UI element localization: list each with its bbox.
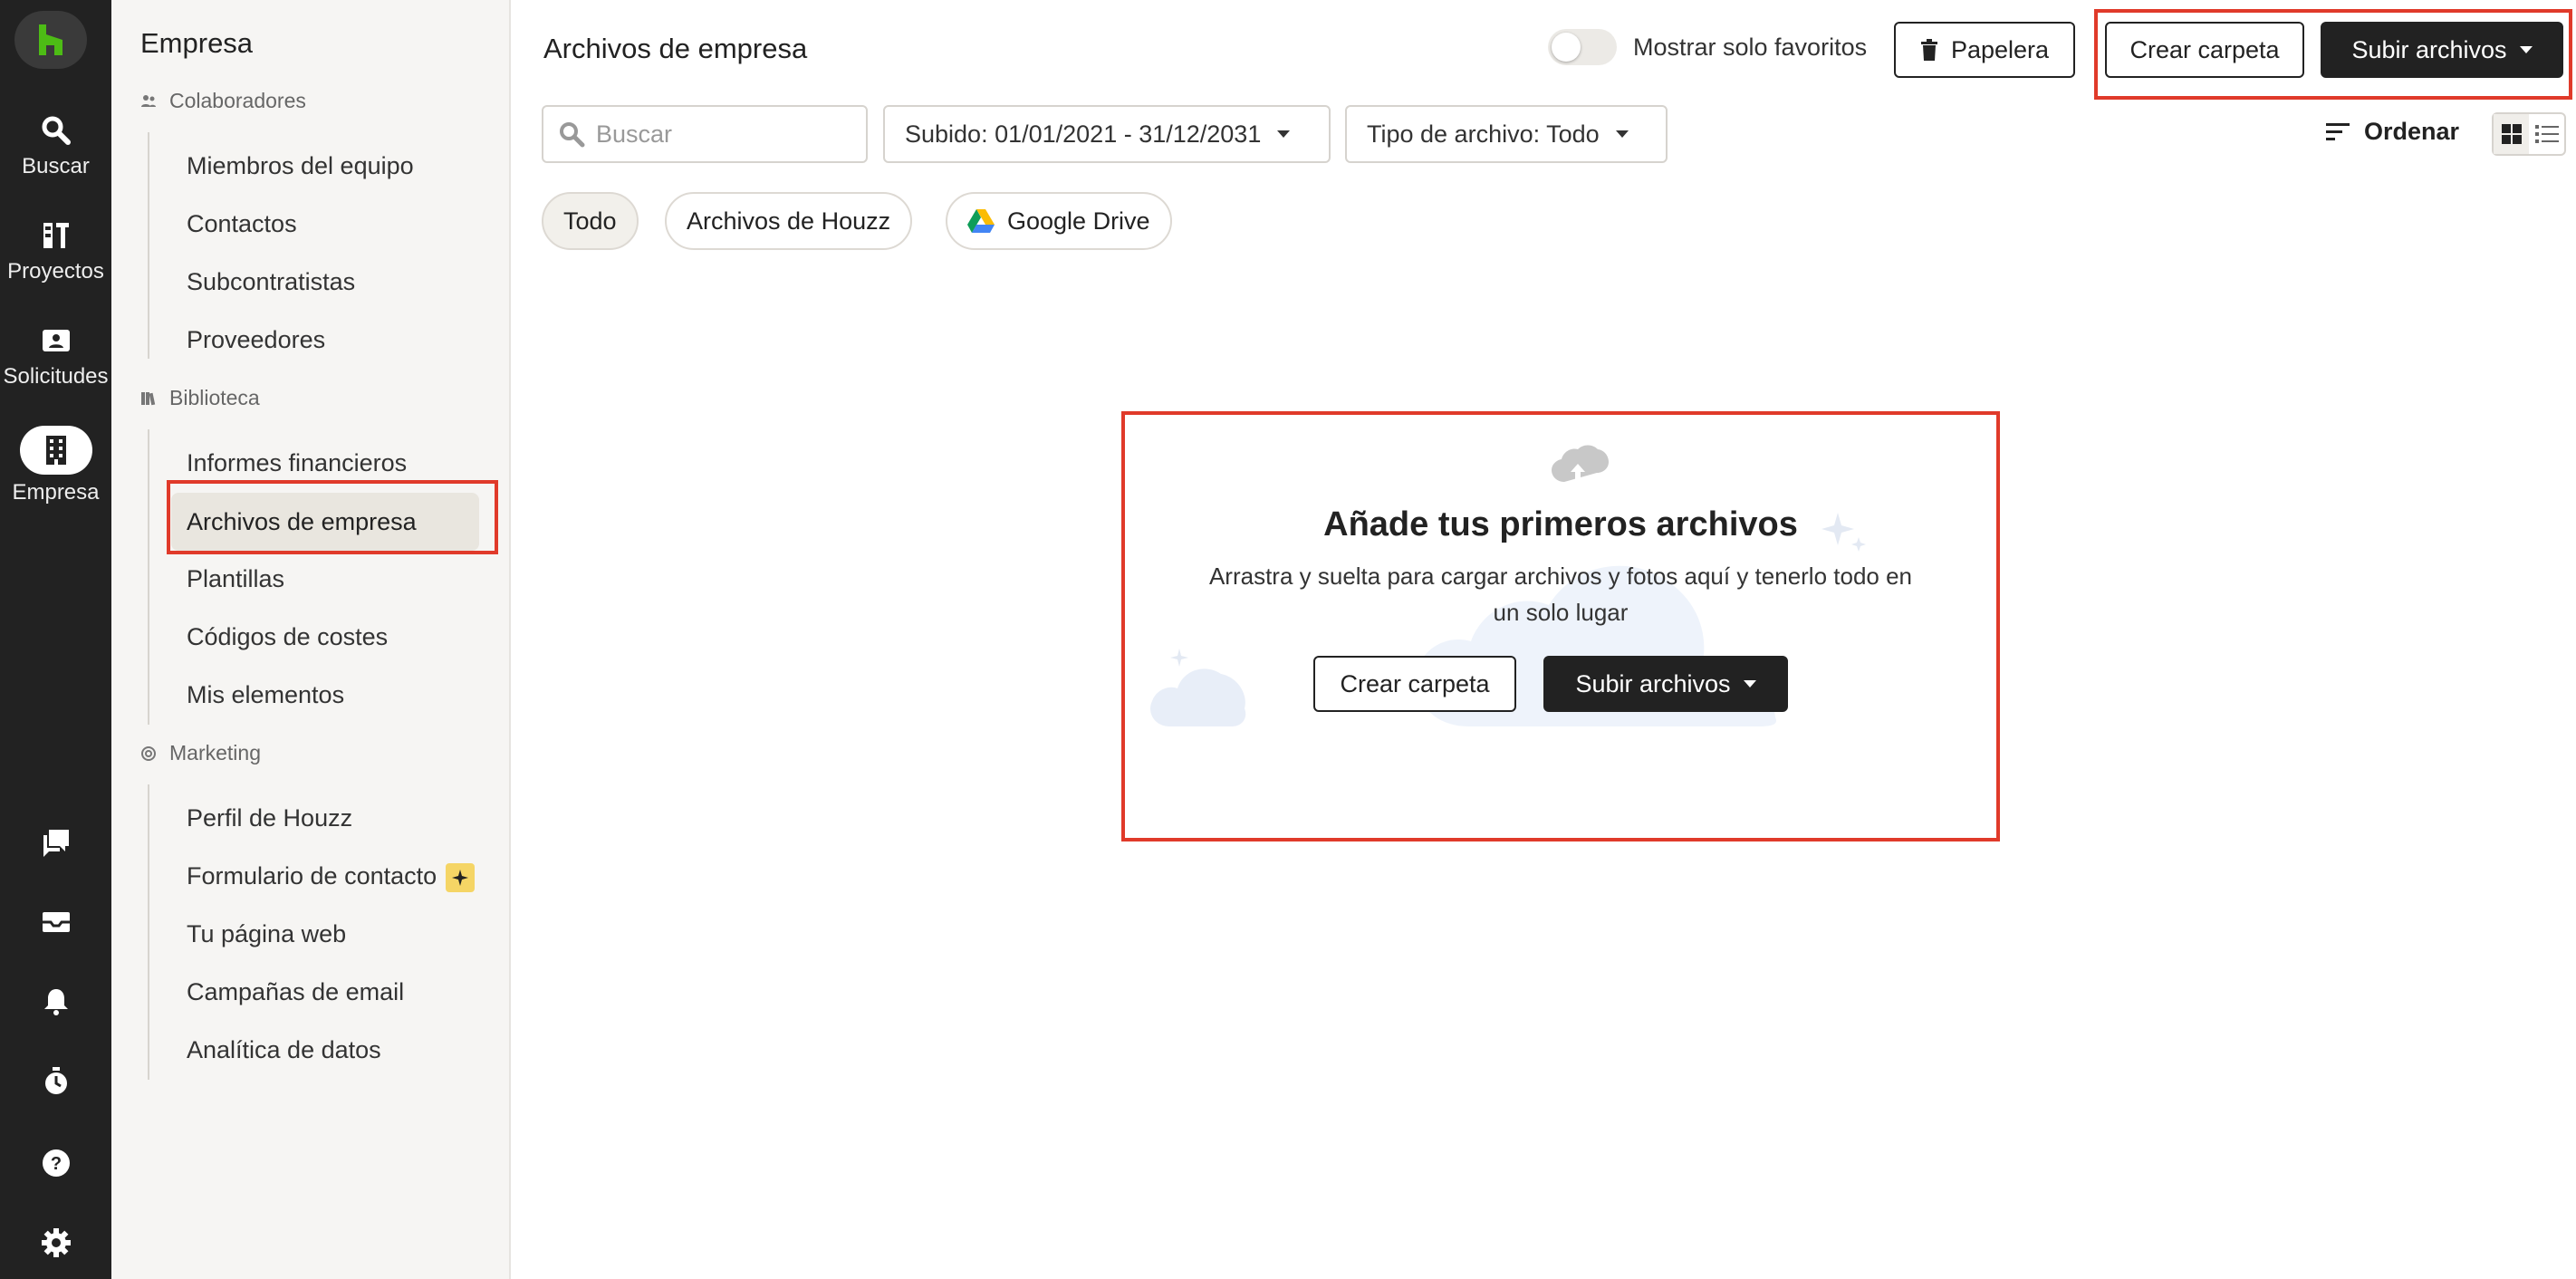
section-marketing: Marketing — [140, 741, 261, 765]
sidebar-item-subcontratistas[interactable]: Subcontratistas — [187, 268, 355, 296]
empty-state: Añade tus primeros archivos Arrastra y s… — [1121, 411, 2000, 841]
bell-icon — [43, 989, 68, 1015]
view-toggle — [2492, 112, 2566, 156]
sidebar-item-analitica[interactable]: Analítica de datos — [187, 1036, 381, 1064]
help-icon: ? — [42, 1149, 70, 1177]
highlight-box-sidebar — [167, 480, 498, 554]
chevron-down-icon — [1277, 130, 1291, 138]
chip-todo[interactable]: Todo — [542, 192, 639, 250]
empty-create-folder-button[interactable]: Crear carpeta — [1313, 656, 1516, 712]
svg-text:?: ? — [50, 1154, 61, 1174]
people-icon — [141, 94, 156, 107]
section-divider-line — [148, 429, 149, 725]
grid-view-button[interactable] — [2494, 114, 2529, 154]
chat-icon — [43, 830, 69, 857]
help-button[interactable]: ? — [0, 1147, 111, 1179]
requests-icon — [42, 330, 70, 351]
empty-state-title: Añade tus primeros archivos — [1323, 505, 1798, 543]
chat-button[interactable] — [0, 826, 111, 859]
chevron-down-icon — [1615, 130, 1629, 138]
sidebar-item-proveedores[interactable]: Proveedores — [187, 326, 325, 354]
rail-item-label: Buscar — [22, 154, 90, 178]
rail-item-proyectos[interactable]: Proyectos — [0, 219, 111, 284]
rail-item-label: Proyectos — [7, 259, 104, 284]
sidebar-item-perfil-houzz[interactable]: Perfil de Houzz — [187, 804, 352, 832]
grid-icon — [2501, 124, 2522, 144]
section-divider-line — [148, 784, 149, 1080]
notifications-button[interactable] — [0, 986, 111, 1018]
search-icon — [42, 116, 71, 145]
date-filter-dropdown[interactable]: Subido: 01/01/2021 - 31/12/2031 — [883, 105, 1331, 163]
google-drive-icon — [967, 209, 995, 233]
sparkle-icon — [452, 869, 469, 886]
search-input[interactable]: Buscar — [542, 105, 868, 163]
sidebar-item-plantillas[interactable]: Plantillas — [187, 565, 284, 593]
list-icon — [2534, 125, 2559, 143]
inbox-button[interactable] — [0, 906, 111, 938]
at-sign-icon — [141, 745, 156, 761]
rail-active-pill — [19, 426, 92, 475]
sort-button[interactable]: Ordenar — [2326, 118, 2459, 146]
highlight-box-toolbar — [2094, 9, 2572, 100]
search-placeholder: Buscar — [596, 120, 673, 148]
sidebar-title: Empresa — [140, 27, 254, 59]
file-type-filter-dropdown[interactable]: Tipo de archivo: Todo — [1345, 105, 1668, 163]
new-feature-badge — [446, 862, 476, 892]
houzz-logo[interactable] — [14, 11, 87, 69]
sidebar-item-campanas-email[interactable]: Campañas de email — [187, 978, 404, 1006]
favorites-toggle-label: Mostrar solo favoritos — [1633, 33, 1868, 61]
gear-icon — [41, 1228, 71, 1257]
timer-button[interactable] — [0, 1065, 111, 1098]
settings-button[interactable] — [0, 1226, 111, 1259]
rail-item-label: Empresa — [12, 480, 100, 505]
section-colaboradores: Colaboradores — [140, 89, 306, 113]
favorites-toggle[interactable] — [1548, 29, 1617, 65]
houzz-logo-icon — [39, 24, 62, 55]
page-title: Archivos de empresa — [543, 33, 808, 64]
main-content: Archivos de empresa Mostrar solo favorit… — [511, 0, 2576, 1279]
rail-item-solicitudes[interactable]: Solicitudes — [0, 324, 111, 389]
company-sidebar: Empresa Colaboradores Miembros del equip… — [111, 0, 511, 1279]
empty-state-subtitle: Arrastra y suelta para cargar archivos y… — [1208, 563, 1913, 626]
sidebar-item-mis-elementos[interactable]: Mis elementos — [187, 681, 344, 709]
section-divider-line — [148, 132, 149, 359]
chip-google-drive[interactable]: Google Drive — [946, 192, 1172, 250]
library-icon — [141, 391, 156, 405]
sidebar-item-informes[interactable]: Informes financieros — [187, 449, 407, 477]
chevron-down-icon — [1743, 680, 1756, 688]
sidebar-item-contactos[interactable]: Contactos — [187, 210, 297, 238]
sidebar-item-formulario-contacto[interactable]: Formulario de contacto — [187, 862, 476, 892]
inbox-icon — [42, 912, 70, 932]
trash-button[interactable]: Papelera — [1894, 22, 2075, 78]
sidebar-item-miembros[interactable]: Miembros del equipo — [187, 152, 414, 180]
rail-item-buscar[interactable]: Buscar — [0, 114, 111, 179]
trash-icon — [1920, 39, 1937, 61]
sidebar-item-codigos-costes[interactable]: Códigos de costes — [187, 623, 388, 651]
building-icon — [45, 436, 66, 465]
sort-icon — [2326, 122, 2350, 140]
search-icon — [560, 122, 585, 148]
empty-upload-files-button[interactable]: Subir archivos — [1543, 656, 1788, 712]
sidebar-item-pagina-web[interactable]: Tu página web — [187, 920, 346, 948]
chip-archivos-houzz[interactable]: Archivos de Houzz — [665, 192, 913, 250]
rail-item-label: Solicitudes — [3, 364, 109, 389]
projects-icon — [43, 223, 69, 248]
favorites-toggle-row: Mostrar solo favoritos — [1548, 29, 1867, 65]
rail-item-empresa[interactable]: Empresa — [0, 426, 111, 505]
list-view-button[interactable] — [2529, 114, 2564, 154]
left-rail: Buscar Proyectos Solicitudes Empresa ? — [0, 0, 111, 1279]
section-biblioteca: Biblioteca — [140, 386, 260, 410]
timer-icon — [44, 1067, 67, 1094]
